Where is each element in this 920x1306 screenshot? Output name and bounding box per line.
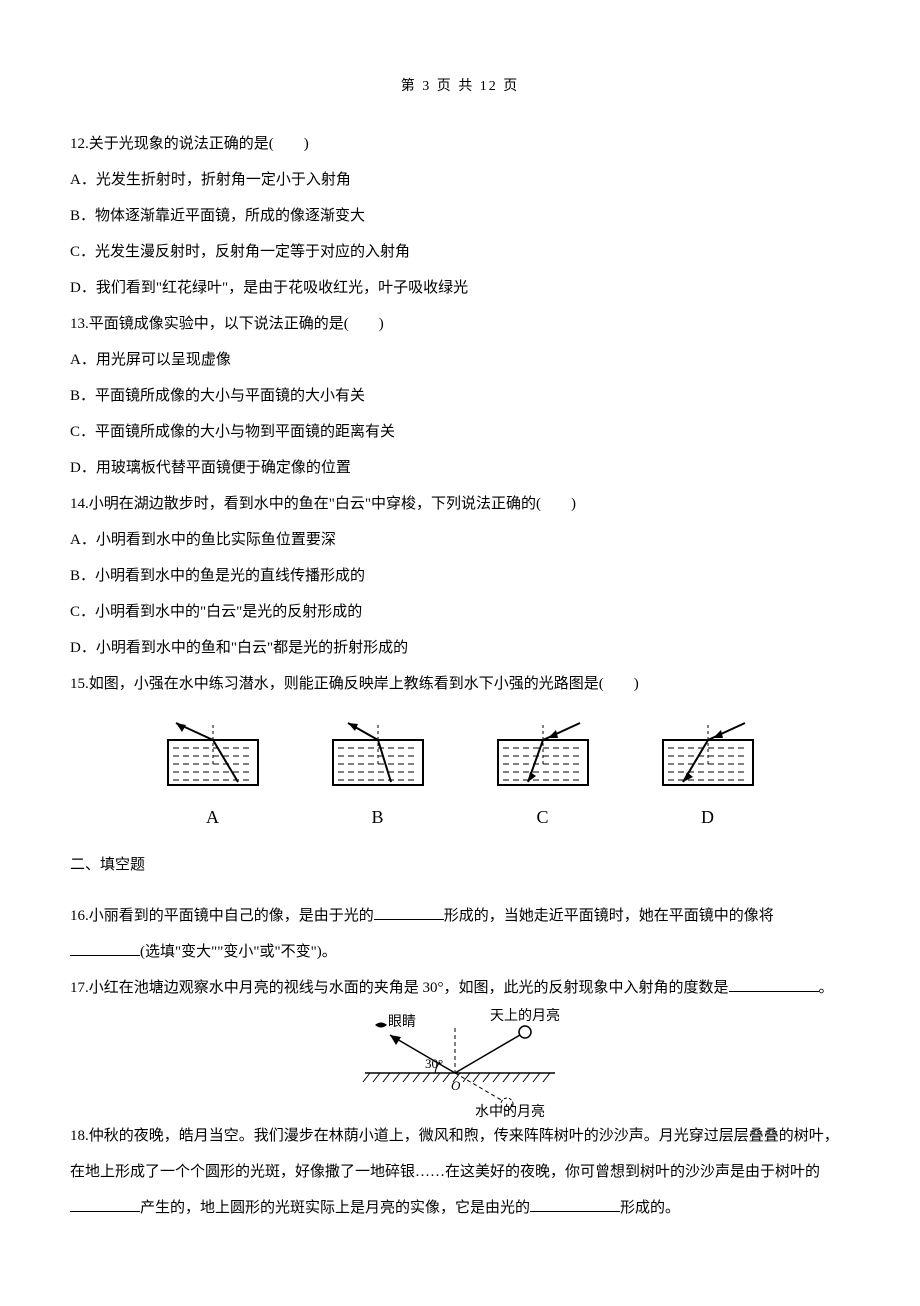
reflection-moon-diagram-icon: 眼睛 天上的月亮 30° O 水中的月亮 xyxy=(345,1008,575,1118)
q17-moon-water-label: 水中的月亮 xyxy=(475,1103,545,1118)
refraction-diagram-b-icon xyxy=(323,720,433,790)
q15-stem: 15.如图，小强在水中练习潜水，则能正确反映岸上教练看到水下小强的光路图是( ) xyxy=(70,666,850,702)
q18: 18.仲秋的夜晚，皓月当空。我们漫步在林荫小道上，微风和煦，传来阵阵树叶的沙沙声… xyxy=(70,1118,850,1226)
q15-option-a: A xyxy=(158,720,268,839)
q17-text-1: 17.小红在池塘边观察水中月亮的视线与水面的夹角是 30°，如图，此光的反射现象… xyxy=(70,980,729,996)
q12-d: D．我们看到"红花绿叶"，是由于花吸收红光，叶子吸收绿光 xyxy=(70,270,850,306)
q12-b: B．物体逐渐靠近平面镜，所成的像逐渐变大 xyxy=(70,198,850,234)
q17-moon-sky-label: 天上的月亮 xyxy=(490,1008,560,1024)
q13-stem: 13.平面镜成像实验中，以下说法正确的是( ) xyxy=(70,306,850,342)
q12-c: C．光发生漫反射时，反射角一定等于对应的入射角 xyxy=(70,234,850,270)
q17-text-2: 。 xyxy=(819,980,834,996)
q18-text-1: 18.仲秋的夜晚，皓月当空。我们漫步在林荫小道上，微风和煦，传来阵阵树叶的沙沙声… xyxy=(70,1128,839,1180)
q15-option-c: C xyxy=(488,720,598,839)
q17: 17.小红在池塘边观察水中月亮的视线与水面的夹角是 30°，如图，此光的反射现象… xyxy=(70,970,850,1006)
q15-option-d: D xyxy=(653,720,763,839)
q15-label-c: C xyxy=(488,796,598,839)
q17-angle-label: 30° xyxy=(425,1056,443,1071)
q16-text-2: 形成的，当她走近平面镜时，她在平面镜中的像将 xyxy=(444,908,774,924)
q14-stem: 14.小明在湖边散步时，看到水中的鱼在"白云"中穿梭，下列说法正确的( ) xyxy=(70,486,850,522)
q12-a: A．光发生折射时，折射角一定小于入射角 xyxy=(70,162,850,198)
q18-blank-2 xyxy=(530,1196,620,1212)
q18-blank-1 xyxy=(70,1196,140,1212)
q15-label-b: B xyxy=(323,796,433,839)
q14-a: A．小明看到水中的鱼比实际鱼位置要深 xyxy=(70,522,850,558)
q16-text-3: (选填"变大""变小"或"不变")。 xyxy=(140,944,337,960)
q18-text-2: 产生的，地上圆形的光斑实际上是月亮的实像，它是由光的 xyxy=(140,1200,530,1216)
q12-stem: 12.关于光现象的说法正确的是( ) xyxy=(70,126,850,162)
section-2-title: 二、填空题 xyxy=(70,847,850,883)
refraction-diagram-c-icon xyxy=(488,720,598,790)
q14-d: D．小明看到水中的鱼和"白云"都是光的折射形成的 xyxy=(70,630,850,666)
q15-figure-row: A B C xyxy=(130,720,790,839)
q15-option-b: B xyxy=(323,720,433,839)
q17-blank xyxy=(729,976,819,992)
q14-b: B．小明看到水中的鱼是光的直线传播形成的 xyxy=(70,558,850,594)
q16: 16.小丽看到的平面镜中自己的像，是由于光的 形成的，当她走近平面镜时，她在平面镜… xyxy=(70,898,850,970)
q16-blank-1 xyxy=(374,904,444,920)
q17-o-label: O xyxy=(451,1078,461,1093)
q18-text-3: 形成的。 xyxy=(620,1200,680,1216)
page-header: 第 3 页 共 12 页 xyxy=(70,70,850,104)
q17-eye-label: 眼睛 xyxy=(388,1014,416,1030)
q13-d: D．用玻璃板代替平面镜便于确定像的位置 xyxy=(70,450,850,486)
q13-c: C．平面镜所成像的大小与物到平面镜的距离有关 xyxy=(70,414,850,450)
q16-text-1: 16.小丽看到的平面镜中自己的像，是由于光的 xyxy=(70,908,374,924)
q13-a: A．用光屏可以呈现虚像 xyxy=(70,342,850,378)
q13-b: B．平面镜所成像的大小与平面镜的大小有关 xyxy=(70,378,850,414)
q16-blank-2 xyxy=(70,940,140,956)
q17-figure: 眼睛 天上的月亮 30° O 水中的月亮 xyxy=(70,1008,850,1118)
q15-label-d: D xyxy=(653,796,763,839)
refraction-diagram-a-icon xyxy=(158,720,268,790)
refraction-diagram-d-icon xyxy=(653,720,763,790)
q15-label-a: A xyxy=(158,796,268,839)
q14-c: C．小明看到水中的"白云"是光的反射形成的 xyxy=(70,594,850,630)
